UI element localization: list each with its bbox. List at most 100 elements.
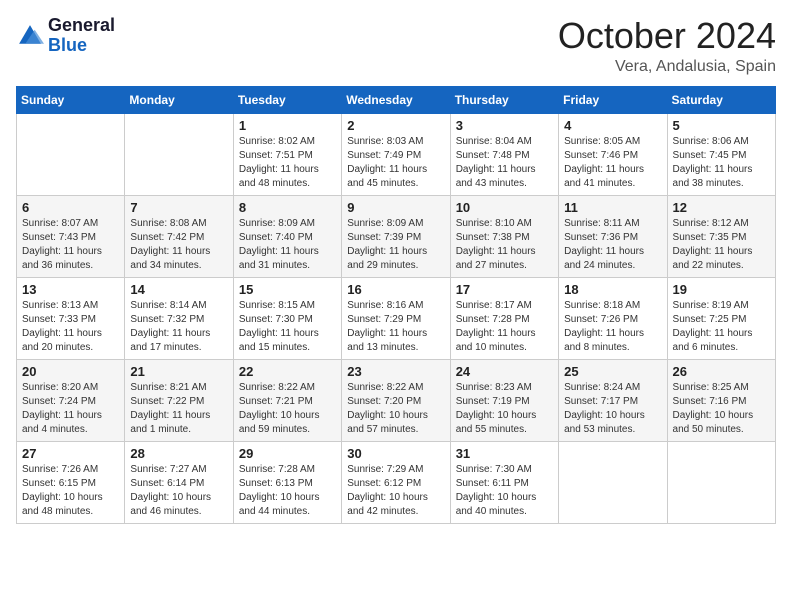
calendar-table: SundayMondayTuesdayWednesdayThursdayFrid… (16, 86, 776, 524)
day-header-tuesday: Tuesday (233, 86, 341, 113)
day-number: 25 (564, 364, 661, 379)
day-number: 15 (239, 282, 336, 297)
day-detail: Sunrise: 8:11 AM Sunset: 7:36 PM Dayligh… (564, 217, 661, 273)
day-detail: Sunrise: 8:21 AM Sunset: 7:22 PM Dayligh… (130, 381, 227, 437)
logo-blue: Blue (48, 35, 87, 55)
logo-icon (16, 22, 44, 50)
day-number: 1 (239, 118, 336, 133)
day-number: 28 (130, 446, 227, 461)
day-number: 23 (347, 364, 444, 379)
calendar-cell: 22 Sunrise: 8:22 AM Sunset: 7:21 PM Dayli… (233, 359, 341, 441)
day-number: 17 (456, 282, 553, 297)
day-number: 26 (673, 364, 770, 379)
day-number: 2 (347, 118, 444, 133)
calendar-cell: 14 Sunrise: 8:14 AM Sunset: 7:32 PM Dayli… (125, 277, 233, 359)
calendar-week-4: 20 Sunrise: 8:20 AM Sunset: 7:24 PM Dayli… (17, 359, 776, 441)
day-number: 31 (456, 446, 553, 461)
calendar-cell: 19Sunrise: 8:19 AM Sunset: 7:25 PM Dayli… (667, 277, 775, 359)
day-detail: Sunrise: 8:09 AM Sunset: 7:39 PM Dayligh… (347, 217, 444, 273)
day-detail: Sunrise: 8:15 AM Sunset: 7:30 PM Dayligh… (239, 299, 336, 355)
calendar-cell: 25 Sunrise: 8:24 AM Sunset: 7:17 PM Dayli… (559, 359, 667, 441)
calendar-cell: 26 Sunrise: 8:25 AM Sunset: 7:16 PM Dayli… (667, 359, 775, 441)
day-header-friday: Friday (559, 86, 667, 113)
calendar-cell: 28 Sunrise: 7:27 AM Sunset: 6:14 PM Dayli… (125, 441, 233, 523)
day-number: 21 (130, 364, 227, 379)
calendar-cell: 5 Sunrise: 8:06 AM Sunset: 7:45 PM Daylig… (667, 113, 775, 195)
day-detail: Sunrise: 8:08 AM Sunset: 7:42 PM Dayligh… (130, 217, 227, 273)
day-detail: Sunrise: 8:06 AM Sunset: 7:45 PM Dayligh… (673, 135, 770, 191)
calendar-cell: 29Sunrise: 7:28 AM Sunset: 6:13 PM Dayli… (233, 441, 341, 523)
calendar-cell: 1Sunrise: 8:02 AM Sunset: 7:51 PM Daylig… (233, 113, 341, 195)
calendar-cell (667, 441, 775, 523)
logo-general: General (48, 15, 115, 35)
calendar-cell: 16Sunrise: 8:16 AM Sunset: 7:29 PM Dayli… (342, 277, 450, 359)
day-number: 4 (564, 118, 661, 133)
calendar-week-3: 13 Sunrise: 8:13 AM Sunset: 7:33 PM Dayli… (17, 277, 776, 359)
day-detail: Sunrise: 8:13 AM Sunset: 7:33 PM Dayligh… (22, 299, 119, 355)
day-detail: Sunrise: 8:17 AM Sunset: 7:28 PM Dayligh… (456, 299, 553, 355)
title-section: October 2024 Vera, Andalusia, Spain (558, 16, 776, 76)
calendar-cell (17, 113, 125, 195)
day-detail: Sunrise: 7:30 AM Sunset: 6:11 PM Dayligh… (456, 463, 553, 519)
day-detail: Sunrise: 8:03 AM Sunset: 7:49 PM Dayligh… (347, 135, 444, 191)
day-detail: Sunrise: 8:04 AM Sunset: 7:48 PM Dayligh… (456, 135, 553, 191)
day-detail: Sunrise: 7:28 AM Sunset: 6:13 PM Dayligh… (239, 463, 336, 519)
day-number: 27 (22, 446, 119, 461)
calendar-cell: 4 Sunrise: 8:05 AM Sunset: 7:46 PM Daylig… (559, 113, 667, 195)
day-number: 30 (347, 446, 444, 461)
day-detail: Sunrise: 8:25 AM Sunset: 7:16 PM Dayligh… (673, 381, 770, 437)
day-number: 5 (673, 118, 770, 133)
calendar-cell: 3Sunrise: 8:04 AM Sunset: 7:48 PM Daylig… (450, 113, 558, 195)
day-detail: Sunrise: 8:22 AM Sunset: 7:20 PM Dayligh… (347, 381, 444, 437)
day-number: 10 (456, 200, 553, 215)
day-header-wednesday: Wednesday (342, 86, 450, 113)
day-detail: Sunrise: 8:14 AM Sunset: 7:32 PM Dayligh… (130, 299, 227, 355)
calendar-cell: 10 Sunrise: 8:10 AM Sunset: 7:38 PM Dayli… (450, 195, 558, 277)
day-detail: Sunrise: 8:07 AM Sunset: 7:43 PM Dayligh… (22, 217, 119, 273)
day-number: 20 (22, 364, 119, 379)
day-detail: Sunrise: 8:10 AM Sunset: 7:38 PM Dayligh… (456, 217, 553, 273)
calendar-cell: 13 Sunrise: 8:13 AM Sunset: 7:33 PM Dayli… (17, 277, 125, 359)
day-number: 7 (130, 200, 227, 215)
day-number: 8 (239, 200, 336, 215)
calendar-cell (559, 441, 667, 523)
header-row: SundayMondayTuesdayWednesdayThursdayFrid… (17, 86, 776, 113)
calendar-cell: 6 Sunrise: 8:07 AM Sunset: 7:43 PM Daylig… (17, 195, 125, 277)
day-number: 22 (239, 364, 336, 379)
day-detail: Sunrise: 8:12 AM Sunset: 7:35 PM Dayligh… (673, 217, 770, 273)
day-detail: Sunrise: 8:20 AM Sunset: 7:24 PM Dayligh… (22, 381, 119, 437)
day-number: 14 (130, 282, 227, 297)
calendar-cell: 15 Sunrise: 8:15 AM Sunset: 7:30 PM Dayli… (233, 277, 341, 359)
day-detail: Sunrise: 8:22 AM Sunset: 7:21 PM Dayligh… (239, 381, 336, 437)
day-detail: Sunrise: 8:23 AM Sunset: 7:19 PM Dayligh… (456, 381, 553, 437)
calendar-cell: 9Sunrise: 8:09 AM Sunset: 7:39 PM Daylig… (342, 195, 450, 277)
calendar-cell: 31 Sunrise: 7:30 AM Sunset: 6:11 PM Dayli… (450, 441, 558, 523)
calendar-week-1: 1Sunrise: 8:02 AM Sunset: 7:51 PM Daylig… (17, 113, 776, 195)
day-detail: Sunrise: 8:19 AM Sunset: 7:25 PM Dayligh… (673, 299, 770, 355)
calendar-cell: 7 Sunrise: 8:08 AM Sunset: 7:42 PM Daylig… (125, 195, 233, 277)
calendar-cell: 24 Sunrise: 8:23 AM Sunset: 7:19 PM Dayli… (450, 359, 558, 441)
day-detail: Sunrise: 8:24 AM Sunset: 7:17 PM Dayligh… (564, 381, 661, 437)
calendar-cell (125, 113, 233, 195)
calendar-cell: 30Sunrise: 7:29 AM Sunset: 6:12 PM Dayli… (342, 441, 450, 523)
calendar-week-2: 6 Sunrise: 8:07 AM Sunset: 7:43 PM Daylig… (17, 195, 776, 277)
day-detail: Sunrise: 7:27 AM Sunset: 6:14 PM Dayligh… (130, 463, 227, 519)
calendar-cell: 23 Sunrise: 8:22 AM Sunset: 7:20 PM Dayli… (342, 359, 450, 441)
day-number: 6 (22, 200, 119, 215)
calendar-cell: 20 Sunrise: 8:20 AM Sunset: 7:24 PM Dayli… (17, 359, 125, 441)
day-detail: Sunrise: 8:05 AM Sunset: 7:46 PM Dayligh… (564, 135, 661, 191)
month-title: October 2024 (558, 16, 776, 56)
day-header-thursday: Thursday (450, 86, 558, 113)
calendar-cell: 17 Sunrise: 8:17 AM Sunset: 7:28 PM Dayli… (450, 277, 558, 359)
page-header: General Blue October 2024 Vera, Andalusi… (16, 16, 776, 76)
day-number: 11 (564, 200, 661, 215)
calendar-cell: 18Sunrise: 8:18 AM Sunset: 7:26 PM Dayli… (559, 277, 667, 359)
calendar-cell: 27Sunrise: 7:26 AM Sunset: 6:15 PM Dayli… (17, 441, 125, 523)
logo: General Blue (16, 16, 115, 56)
day-number: 13 (22, 282, 119, 297)
day-number: 16 (347, 282, 444, 297)
day-number: 24 (456, 364, 553, 379)
location-subtitle: Vera, Andalusia, Spain (558, 58, 776, 76)
calendar-cell: 12Sunrise: 8:12 AM Sunset: 7:35 PM Dayli… (667, 195, 775, 277)
day-detail: Sunrise: 8:18 AM Sunset: 7:26 PM Dayligh… (564, 299, 661, 355)
